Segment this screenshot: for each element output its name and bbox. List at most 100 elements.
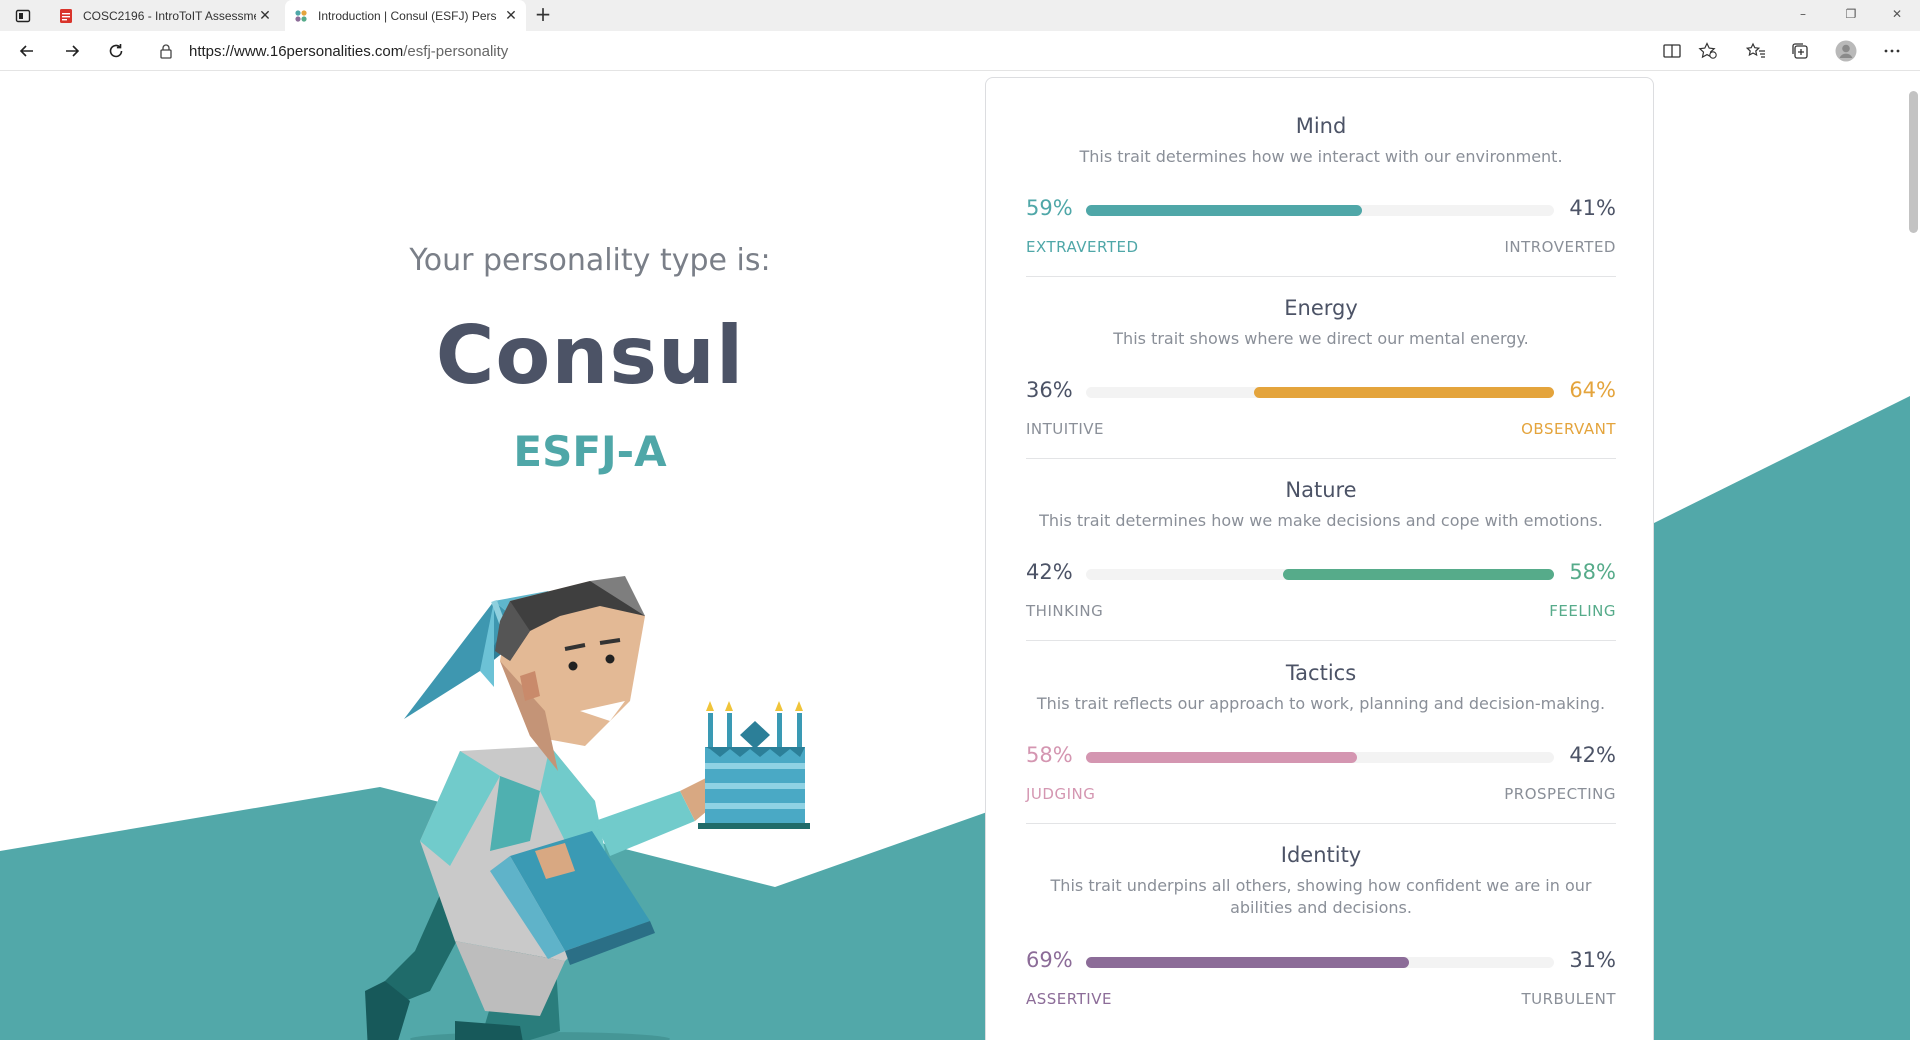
tab-bar: COSC2196 - IntroToIT Assessmen ✕ Introdu…	[0, 0, 1920, 31]
tab-actions-icon	[15, 9, 31, 23]
trait-description: This trait determines how we make decisi…	[1039, 511, 1603, 530]
refresh-button[interactable]	[102, 39, 130, 63]
tab-title: COSC2196 - IntroToIT Assessmen	[83, 8, 256, 23]
profile-button[interactable]	[1834, 40, 1858, 62]
restore-button[interactable]: ❐	[1828, 0, 1874, 31]
trait-description: This trait determines how we interact wi…	[1079, 147, 1563, 166]
trait-nature: Nature This trait determines how we make…	[1026, 478, 1616, 641]
page-scrollbar-thumb[interactable]	[1909, 91, 1918, 233]
trait-fill	[1282, 569, 1554, 580]
trait-bar-row: 36% 64%	[1026, 378, 1616, 408]
star-add-icon	[1698, 42, 1717, 59]
trait-separator	[1026, 458, 1616, 459]
url-host: https://www.16personalities.com	[189, 42, 404, 60]
trait-track	[1086, 387, 1554, 398]
trait-right-label: FEELING	[1549, 602, 1616, 620]
consul-character-illustration	[365, 576, 810, 1040]
collections-button[interactable]	[1788, 40, 1812, 62]
close-tab-icon[interactable]: ✕	[256, 8, 274, 24]
favorites-button[interactable]	[1744, 40, 1768, 62]
trait-left-label: THINKING	[1026, 602, 1104, 620]
trait-title: Energy	[1284, 296, 1358, 320]
trait-left-label: JUDGING	[1026, 785, 1096, 803]
trait-right-label: TURBULENT	[1521, 990, 1616, 1008]
collections-icon	[1792, 43, 1808, 59]
trait-title: Mind	[1295, 114, 1347, 138]
tab-cosc2196[interactable]: COSC2196 - IntroToIT Assessmen ✕	[50, 0, 280, 31]
avatar-icon	[1835, 40, 1857, 62]
trait-title: Identity	[1280, 843, 1362, 867]
trait-right-percent: 31%	[1569, 948, 1616, 972]
trait-fill	[1086, 205, 1363, 216]
trait-left-label: EXTRAVERTED	[1026, 238, 1139, 256]
address-bar[interactable]: https://www.16personalities.com/esfj-per…	[145, 35, 1725, 67]
trait-right-label: INTROVERTED	[1504, 238, 1616, 256]
trait-right-label: PROSPECTING	[1504, 785, 1616, 803]
trait-left-percent: 42%	[1026, 560, 1073, 584]
trait-bar-row: 59% 41%	[1026, 196, 1616, 226]
trait-right-percent: 64%	[1569, 378, 1616, 402]
trait-energy: Energy This trait shows where we direct …	[1026, 296, 1616, 459]
trait-description: This trait underpins all others, showing…	[1050, 876, 1592, 917]
trait-left-label: INTUITIVE	[1026, 420, 1105, 438]
trait-bar-row: 42% 58%	[1026, 560, 1616, 590]
trait-mind: Mind This trait determines how we intera…	[1026, 114, 1616, 277]
16personalities-favicon-icon	[295, 9, 307, 22]
pdf-icon	[60, 8, 72, 23]
trait-bar-row: 69% 31%	[1026, 948, 1616, 978]
trait-card: Mind This trait determines how we intera…	[985, 77, 1654, 1040]
trait-title: Tactics	[1285, 661, 1357, 685]
url-text: https://www.16personalities.com/esfj-per…	[189, 43, 508, 60]
close-window-button[interactable]: ✕	[1874, 0, 1920, 31]
trait-left-percent: 58%	[1026, 743, 1073, 767]
trait-separator	[1026, 823, 1616, 824]
forward-arrow-icon	[66, 45, 80, 57]
add-favorite-button[interactable]	[1696, 40, 1720, 62]
trait-fill	[1086, 957, 1409, 968]
back-button[interactable]	[13, 39, 41, 63]
back-arrow-icon	[19, 45, 33, 57]
tab-actions-button[interactable]	[10, 6, 36, 26]
tab-title: Introduction | Consul (ESFJ) Pers	[318, 8, 497, 23]
trait-track	[1086, 205, 1554, 216]
lock-icon[interactable]	[159, 43, 173, 59]
trait-left-percent: 36%	[1026, 378, 1073, 402]
settings-more-button[interactable]	[1880, 40, 1904, 62]
trait-left-label: ASSERTIVE	[1026, 990, 1112, 1008]
trait-fill	[1086, 752, 1358, 763]
trait-right-label: OBSERVANT	[1521, 420, 1616, 438]
immersive-reader-button[interactable]	[1660, 40, 1684, 62]
tab-consul-esfj[interactable]: Introduction | Consul (ESFJ) Pers ✕	[285, 0, 526, 31]
new-tab-button[interactable]: +	[533, 4, 553, 25]
minimize-button[interactable]: –	[1780, 0, 1826, 31]
trait-tactics: Tactics This trait reflects our approach…	[1026, 661, 1616, 824]
url-path: /esfj-personality	[403, 42, 509, 60]
reader-icon	[1663, 44, 1681, 58]
trait-right-percent: 42%	[1569, 743, 1616, 767]
browser-toolbar: https://www.16personalities.com/esfj-per…	[0, 31, 1920, 71]
trait-fill	[1254, 387, 1554, 398]
trait-track	[1086, 752, 1554, 763]
trait-description: This trait shows where we direct our men…	[1113, 329, 1529, 348]
trait-separator	[1026, 276, 1616, 277]
favorites-list-icon	[1746, 42, 1765, 58]
personality-type-code: ESFJ-A	[513, 427, 667, 476]
trait-title: Nature	[1285, 478, 1357, 502]
trait-separator	[1026, 640, 1616, 641]
trait-left-percent: 59%	[1026, 196, 1073, 220]
more-dots-icon	[1884, 49, 1900, 53]
web-page: Your personality type is: Consul ESFJ-A	[0, 71, 1920, 1040]
trait-identity: Identity This trait underpins all others…	[1026, 843, 1616, 1008]
trait-track	[1086, 957, 1554, 968]
trait-right-percent: 41%	[1569, 196, 1616, 220]
trait-track	[1086, 569, 1554, 580]
refresh-icon	[109, 44, 123, 58]
trait-bar-row: 58% 42%	[1026, 743, 1616, 773]
trait-left-percent: 69%	[1026, 948, 1073, 972]
trait-description: This trait reflects our approach to work…	[1036, 694, 1606, 713]
personality-type-name: Consul	[435, 309, 745, 402]
trait-right-percent: 58%	[1569, 560, 1616, 584]
personality-type-intro: Your personality type is:	[409, 243, 771, 278]
forward-button[interactable]	[58, 39, 86, 63]
close-tab-icon[interactable]: ✕	[502, 8, 520, 24]
